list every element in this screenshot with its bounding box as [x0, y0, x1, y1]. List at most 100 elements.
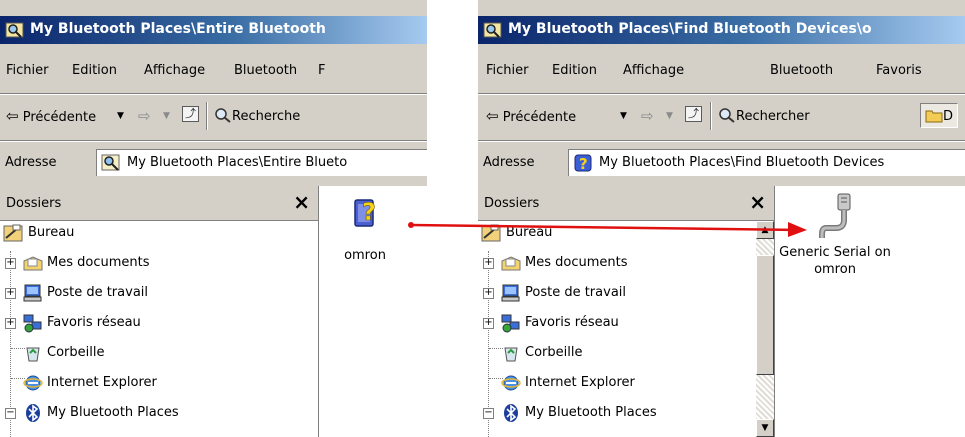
menu-bluetooth[interactable]: Bluetooth	[234, 63, 297, 78]
search-button[interactable]: Rechercher	[718, 107, 810, 124]
menu-affichage[interactable]: Affichage	[144, 63, 205, 78]
expand-icon[interactable]: +	[483, 318, 494, 329]
title-bar[interactable]: My Bluetooth Places\Find Bluetooth Devic…	[478, 16, 965, 44]
tree-item-label: Favoris réseau	[525, 315, 619, 330]
tree-item-poste-de-travail[interactable]: + Poste de travail	[5, 281, 305, 307]
my-documents-icon	[501, 256, 521, 271]
toolbar-separator	[206, 102, 208, 130]
network-places-icon	[501, 314, 520, 333]
expand-icon[interactable]: +	[483, 288, 494, 299]
tree-item-my-bluetooth-places[interactable]: − My Bluetooth Places	[483, 401, 743, 427]
search-button[interactable]: Recherche	[214, 107, 300, 124]
tree-item-label: Poste de travail	[47, 285, 149, 300]
back-dropdown-icon[interactable]: ▼	[620, 111, 627, 121]
scroll-thumb[interactable]	[756, 255, 774, 375]
folder-tree: Bureau + Mes documents + Poste de travai…	[478, 221, 756, 437]
toolbar-separator	[710, 102, 712, 130]
menu-bluetooth[interactable]: Bluetooth	[770, 63, 833, 78]
address-value: My Bluetooth Places\Find Bluetooth Devic…	[599, 155, 885, 170]
network-places-icon	[23, 314, 42, 333]
menu-favoris[interactable]: Favoris	[876, 63, 922, 78]
toolbar: ⇦ Précédente ▼ ⇨ ▼ ⤴ Recherche	[0, 98, 427, 134]
menu-affichage[interactable]: Affichage	[623, 63, 684, 78]
window-title: My Bluetooth Places\Entire Bluetooth	[30, 21, 326, 37]
close-folders-icon[interactable]: ×	[293, 190, 310, 214]
collapse-icon[interactable]: −	[483, 408, 494, 419]
menu-bar: Fichier Edition Affichage Bluetooth F	[0, 56, 427, 86]
explorer-window-icon	[5, 22, 24, 38]
tree-item-label: Poste de travail	[525, 285, 627, 300]
expand-icon[interactable]: +	[5, 318, 16, 329]
title-bar[interactable]: My Bluetooth Places\Entire Bluetooth	[0, 16, 427, 44]
tree-item-label: Mes documents	[47, 255, 150, 270]
tree-item-label: Corbeille	[47, 345, 105, 360]
arrow-shaft	[410, 223, 801, 232]
tree-item-my-bluetooth-places[interactable]: − My Bluetooth Places	[5, 401, 305, 427]
back-label: Précédente	[502, 110, 577, 125]
forward-dropdown-icon[interactable]: ▼	[163, 111, 170, 121]
forward-dropdown-icon[interactable]: ▼	[666, 111, 673, 121]
back-dropdown-icon[interactable]: ▼	[117, 111, 124, 121]
address-label: Adresse	[5, 155, 57, 170]
menu-separator	[478, 93, 965, 95]
tree-item-corbeille[interactable]: Corbeille	[5, 341, 305, 367]
expand-icon[interactable]: +	[5, 258, 16, 269]
back-arrow-icon: ⇦	[486, 107, 499, 125]
tree-item-mes-documents[interactable]: + Mes documents	[5, 251, 305, 277]
tree-item-favoris-reseau[interactable]: + Favoris réseau	[5, 311, 305, 337]
search-label: Rechercher	[736, 109, 810, 124]
tree-item-bureau[interactable]: Bureau	[0, 221, 300, 247]
expand-icon[interactable]: +	[483, 258, 494, 269]
menu-edition[interactable]: Edition	[72, 63, 117, 78]
back-button[interactable]: ⇦ Précédente	[486, 107, 576, 125]
tree-item-poste-de-travail[interactable]: + Poste de travail	[483, 281, 743, 307]
up-folder-icon[interactable]: ⤴	[182, 106, 199, 122]
search-label: Recherche	[232, 109, 301, 124]
forward-arrow-icon[interactable]: ⇨	[138, 107, 151, 125]
tree-item-label: Bureau	[28, 225, 75, 240]
scroll-down-icon[interactable]: ▼	[756, 419, 774, 437]
folders-button-label: D	[943, 109, 954, 124]
unknown-bluetooth-device-icon: ?	[354, 198, 376, 227]
tree-item-mes-documents[interactable]: + Mes documents	[483, 251, 743, 277]
folders-button[interactable]: D	[920, 103, 959, 128]
tree-item-label: My Bluetooth Places	[47, 405, 179, 420]
back-arrow-icon: ⇦	[6, 107, 19, 125]
expand-icon[interactable]: +	[5, 288, 16, 299]
address-field[interactable]: ? My Bluetooth Places\Find Bluetooth Dev…	[568, 149, 965, 176]
internet-explorer-icon	[23, 375, 43, 391]
tree-item-internet-explorer[interactable]: Internet Explorer	[483, 371, 743, 397]
tree-item-label: Internet Explorer	[525, 375, 635, 390]
menu-fichier[interactable]: Fichier	[486, 63, 529, 78]
menu-edition[interactable]: Edition	[552, 63, 597, 78]
tree-item-corbeille[interactable]: Corbeille	[483, 341, 743, 367]
bluetooth-places-icon	[101, 154, 120, 171]
forward-arrow-icon[interactable]: ⇨	[641, 107, 654, 125]
window-title: My Bluetooth Places\Find Bluetooth Devic…	[508, 21, 872, 37]
folders-scrollbar[interactable]: ▲ ▼	[756, 221, 774, 437]
collapse-icon[interactable]: −	[5, 408, 16, 419]
bluetooth-icon	[26, 404, 40, 422]
address-field[interactable]: My Bluetooth Places\Entire Blueto	[96, 149, 427, 176]
tree-item-favoris-reseau[interactable]: + Favoris réseau	[483, 311, 743, 337]
tree-item-label: Favoris réseau	[47, 315, 141, 330]
menu-favoris[interactable]: F	[318, 63, 325, 78]
folders-title: Dossiers	[6, 196, 62, 211]
find-bluetooth-devices-icon: ?	[574, 154, 592, 173]
tree-item-label: Internet Explorer	[47, 375, 157, 390]
tree-item-label: Mes documents	[525, 255, 628, 270]
arrow-head	[788, 222, 807, 237]
device-item-omron[interactable]: ? omron	[325, 192, 405, 263]
folder-tree: Bureau + Mes documents + Poste de travai…	[0, 221, 318, 437]
my-documents-icon	[23, 256, 43, 271]
tree-item-internet-explorer[interactable]: Internet Explorer	[5, 371, 305, 397]
svg-text:?: ?	[362, 198, 376, 226]
address-value: My Bluetooth Places\Entire Blueto	[127, 155, 348, 170]
menu-fichier[interactable]: Fichier	[6, 63, 49, 78]
search-icon	[215, 108, 231, 123]
folders-header: Dossiers ×	[0, 186, 318, 221]
svg-text:?: ?	[579, 155, 588, 173]
up-folder-icon[interactable]: ⤴	[685, 106, 702, 122]
back-button[interactable]: ⇦ Précédente	[6, 107, 96, 125]
menu-separator	[0, 93, 427, 95]
